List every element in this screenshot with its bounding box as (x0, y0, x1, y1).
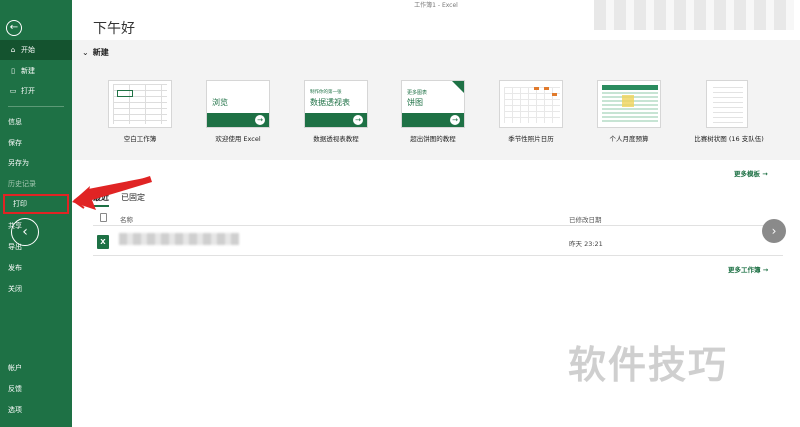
red-annotation-arrow (72, 176, 152, 210)
